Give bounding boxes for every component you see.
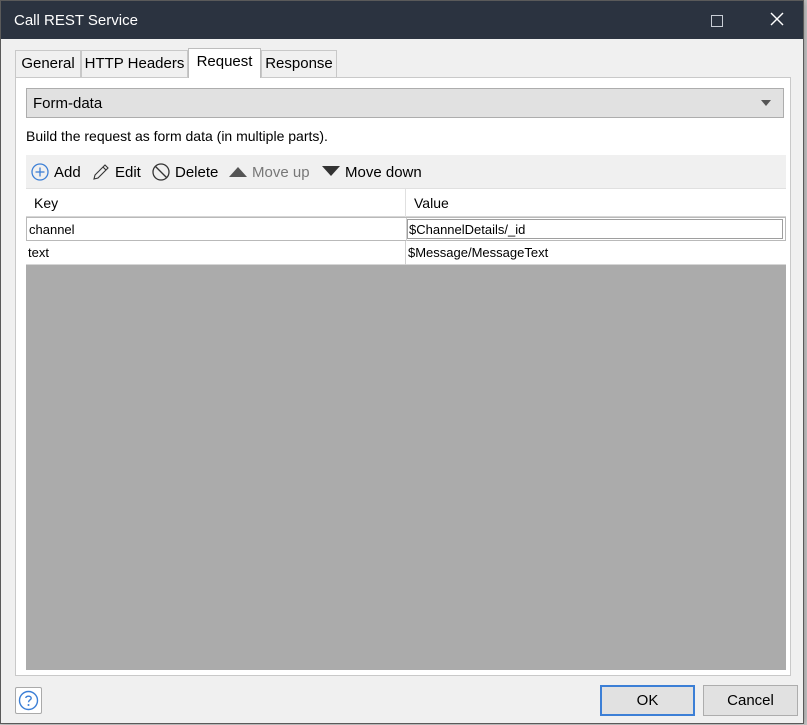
move-down-button[interactable]: Move down	[321, 159, 422, 185]
column-divider[interactable]	[405, 189, 406, 217]
help-button[interactable]	[15, 687, 42, 714]
triangle-down-icon	[322, 166, 340, 176]
column-header-key[interactable]: Key	[34, 195, 58, 211]
edit-button[interactable]: Edit	[91, 159, 141, 185]
cell-key: text	[28, 245, 49, 260]
body-type-dropdown[interactable]: Form-data	[26, 88, 784, 118]
close-icon[interactable]	[767, 9, 787, 29]
cell-key: channel	[29, 222, 75, 237]
move-up-button[interactable]: Move up	[228, 159, 310, 185]
delete-button[interactable]: Delete	[151, 159, 218, 185]
grid-header: Key Value	[26, 189, 786, 217]
ok-button[interactable]: OK	[600, 685, 695, 716]
prohibited-icon	[152, 163, 170, 181]
edit-label: Edit	[115, 163, 141, 181]
move-down-label: Move down	[345, 163, 422, 181]
cell-value: $ChannelDetails/_id	[409, 222, 526, 237]
add-label: Add	[54, 163, 81, 181]
chevron-down-icon	[761, 100, 771, 106]
tab-request[interactable]: Request	[188, 48, 261, 78]
cell-divider	[405, 241, 406, 265]
call-rest-service-dialog: Call REST Service General HTTP Headers R…	[0, 0, 804, 724]
maximize-icon[interactable]	[711, 15, 723, 27]
pencil-icon	[93, 164, 109, 180]
body-type-value: Form-data	[33, 95, 103, 112]
delete-label: Delete	[175, 163, 219, 181]
form-parts-grid: Key Value channel $ChannelDetails/_id te…	[26, 189, 786, 670]
tab-response[interactable]: Response	[261, 50, 337, 77]
title-bar: Call REST Service	[1, 1, 803, 39]
request-description: Build the request as form data (in multi…	[26, 128, 328, 144]
cancel-button[interactable]: Cancel	[703, 685, 798, 716]
help-icon	[18, 690, 39, 711]
table-row[interactable]: text $Message/MessageText	[26, 241, 786, 265]
cell-value: $Message/MessageText	[408, 245, 549, 260]
parts-toolbar: Add Edit Delete Move up Move down	[26, 155, 786, 189]
tab-http-headers[interactable]: HTTP Headers	[81, 50, 188, 77]
table-row[interactable]: channel $ChannelDetails/_id	[26, 217, 786, 242]
move-up-label: Move up	[252, 163, 310, 181]
triangle-up-icon	[229, 167, 247, 177]
add-button[interactable]: Add	[30, 159, 81, 185]
tab-general[interactable]: General	[15, 50, 81, 77]
add-icon	[31, 163, 49, 181]
window-title: Call REST Service	[14, 12, 138, 29]
request-tab-panel: Form-data Build the request as form data…	[15, 77, 791, 676]
column-header-value[interactable]: Value	[414, 195, 449, 211]
